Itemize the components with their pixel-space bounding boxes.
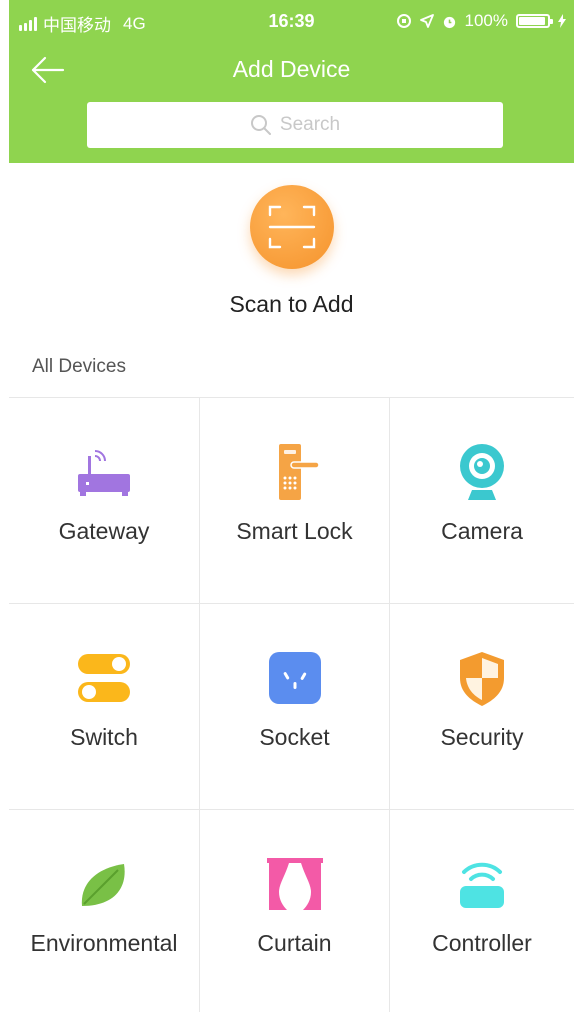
search-placeholder: Search: [279, 114, 341, 135]
device-label: Gateway: [58, 518, 150, 544]
device-grid: Gateway Smart Lock Camera Switch Socket …: [9, 397, 574, 1012]
device-controller[interactable]: Controller: [390, 810, 574, 1012]
device-curtain[interactable]: Curtain: [200, 810, 390, 1012]
battery-percent: 100%: [464, 11, 508, 30]
search-icon: [250, 115, 271, 135]
device-label: Socket: [259, 724, 330, 750]
scan-button[interactable]: [249, 185, 334, 269]
socket-icon: [268, 652, 321, 704]
section-title: All Devices: [32, 356, 126, 377]
device-security[interactable]: Security: [390, 604, 574, 810]
charging-icon: [558, 14, 566, 28]
device-label: Smart Lock: [236, 518, 353, 544]
device-smart-lock[interactable]: Smart Lock: [200, 398, 390, 604]
scan-section: Scan to Add: [9, 185, 574, 318]
device-gateway[interactable]: Gateway: [9, 398, 200, 604]
device-label: Curtain: [257, 930, 332, 956]
shield-icon: [460, 652, 504, 706]
device-camera[interactable]: Camera: [390, 398, 574, 604]
curtain-icon: [266, 858, 323, 910]
search-input[interactable]: Search: [87, 102, 503, 148]
device-switch[interactable]: Switch: [9, 604, 200, 810]
router-icon: [78, 450, 130, 496]
remote-controller-icon: [460, 862, 504, 908]
door-lock-icon: [278, 444, 320, 500]
scan-icon: [268, 205, 315, 249]
device-label: Security: [440, 724, 524, 750]
location-icon: [419, 14, 434, 28]
status-bar: 中国移动 4G 16:39 100%: [9, 8, 574, 36]
alarm-icon: [443, 16, 455, 28]
scan-label: Scan to Add: [229, 291, 354, 317]
screen: 中国移动 4G 16:39 100% Add Device Search Sca…: [9, 0, 574, 1012]
camera-icon: [460, 444, 504, 500]
leaf-icon: [81, 864, 125, 906]
device-socket[interactable]: Socket: [200, 604, 390, 810]
device-label: Switch: [70, 724, 138, 750]
battery-icon: [516, 14, 553, 28]
device-label: Camera: [441, 518, 523, 544]
toggle-switch-icon: [78, 654, 130, 702]
page-title: Add Device: [232, 56, 351, 82]
device-label: Environmental: [30, 930, 178, 956]
device-environmental[interactable]: Environmental: [9, 810, 200, 1012]
header-bar: 中国移动 4G 16:39 100% Add Device Search: [9, 0, 574, 163]
device-label: Controller: [432, 930, 532, 956]
orientation-lock-icon: [396, 14, 411, 28]
